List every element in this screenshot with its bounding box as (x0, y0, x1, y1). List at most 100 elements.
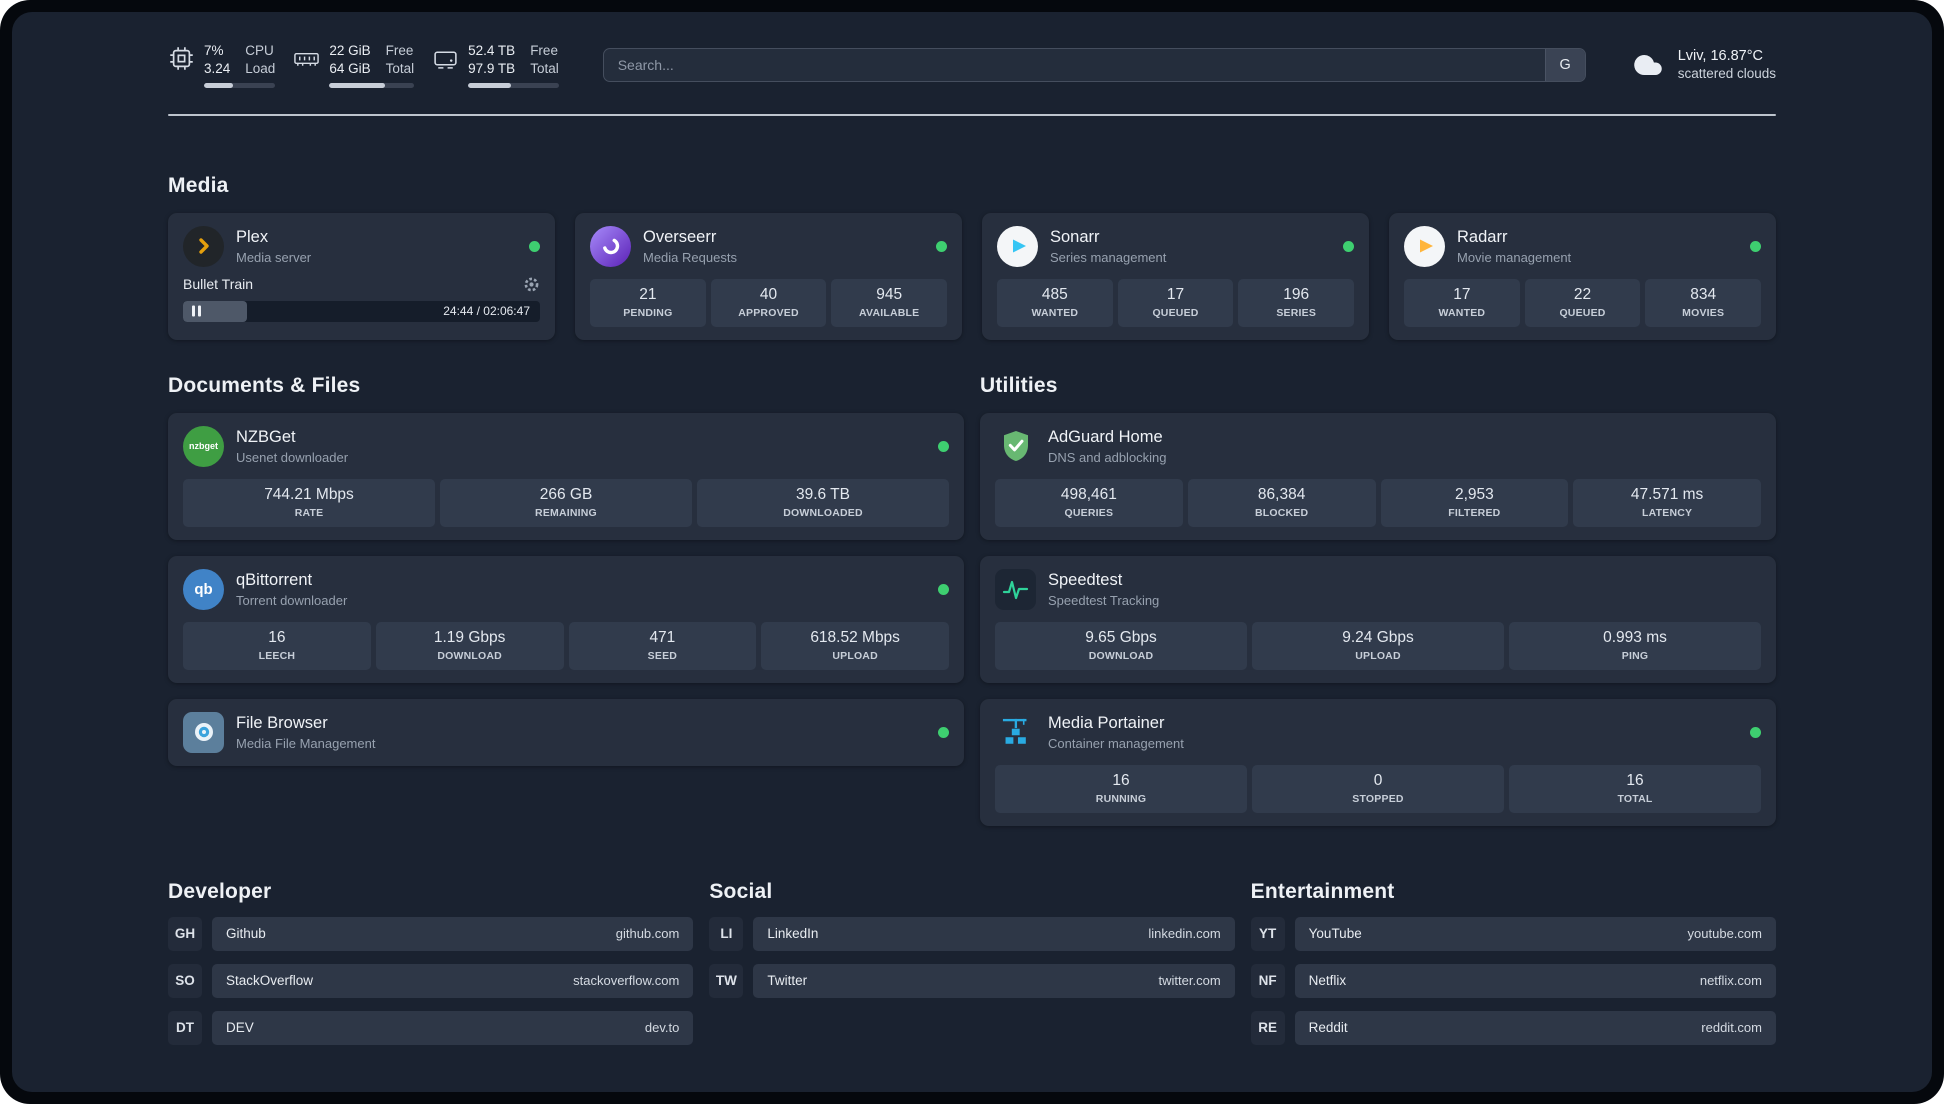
app-card-plex[interactable]: Plex Media server Bullet Train 24:44 / 0… (168, 212, 555, 340)
ram-widget: 22 GiB 64 GiB Free Total (293, 42, 415, 88)
bookmark-netflix[interactable]: NF Netflix netflix.com (1250, 963, 1776, 998)
stat-value: 498,461 (1060, 485, 1117, 503)
search-engine-button[interactable]: G (1544, 48, 1585, 81)
section-title-documents: Documents & Files (168, 373, 361, 397)
stat-label: LATENCY (1642, 506, 1693, 519)
stat-tile: 86,384 BLOCKED (1187, 478, 1376, 527)
stat-value: 744.21 Mbps (264, 485, 354, 503)
stat-label: BLOCKED (1254, 506, 1309, 519)
gear-icon[interactable] (523, 276, 540, 293)
search-input[interactable] (603, 48, 1545, 81)
stat-value: 485 (1041, 285, 1068, 303)
stat-value: 0 (1373, 771, 1383, 789)
disk-total-label: Total (530, 60, 559, 76)
stat-value: 1.19 Gbps (433, 628, 506, 646)
status-dot (938, 440, 949, 452)
stat-tile: 17 QUEUED (1117, 278, 1234, 327)
bookmark-github[interactable]: GH Github github.com (168, 916, 694, 951)
stat-label: DOWNLOAD (1088, 649, 1154, 662)
cpu-label: CPU (245, 43, 274, 58)
app-name: File Browser (236, 713, 328, 732)
stat-tile: 16 TOTAL (1509, 764, 1761, 813)
section-title-social: Social (709, 879, 773, 903)
app-name: AdGuard Home (1048, 427, 1163, 446)
section-title-utilities: Utilities (980, 373, 1058, 397)
app-card-overseerr[interactable]: Overseerr Media Requests 21 PENDING 40 A… (575, 212, 962, 340)
app-name: Overseerr (643, 227, 717, 246)
weather-condition: scattered clouds (1677, 66, 1776, 82)
disk-widget: 52.4 TB 97.9 TB Free Total (432, 42, 559, 88)
stat-tile: 834 MOVIES (1645, 278, 1762, 327)
utilities-column: Utilities AdGuard Home DNS and adblockin… (980, 374, 1776, 826)
cpu-icon (170, 47, 193, 70)
app-card-filebrowser[interactable]: File Browser Media File Management (168, 698, 964, 766)
adguard-icon (995, 426, 1036, 467)
status-dot (1750, 240, 1761, 252)
stat-label: QUEUED (1152, 306, 1199, 319)
sonarr-icon (997, 225, 1038, 267)
stat-label: REMAINING (535, 506, 597, 519)
player-progress-bar[interactable]: 24:44 / 02:06:47 (183, 300, 540, 322)
app-card-sonarr[interactable]: Sonarr Series management 485 WANTED 17 Q… (982, 212, 1369, 340)
pause-icon[interactable] (192, 305, 201, 317)
stat-value: 86,384 (1257, 485, 1306, 503)
section-title-media: Media (168, 173, 229, 197)
bookmark-abbr: YT (1250, 916, 1285, 951)
stat-label: WANTED (1031, 306, 1079, 319)
stat-label: SEED (647, 649, 678, 662)
app-desc: Movie management (1457, 249, 1572, 265)
stat-tile: 744.21 Mbps RATE (183, 478, 435, 527)
app-desc: Media server (236, 249, 312, 265)
app-desc: Series management (1050, 249, 1167, 265)
overseerr-icon (590, 225, 631, 267)
bookmark-reddit[interactable]: RE Reddit reddit.com (1250, 1010, 1776, 1045)
app-card-portainer[interactable]: Media Portainer Container management 16 … (980, 698, 1776, 826)
app-card-qbittorrent[interactable]: qb qBittorrent Torrent downloader 16 LEE… (168, 555, 964, 683)
stat-label: MOVIES (1682, 306, 1725, 319)
now-playing-widget: Bullet Train 24:44 / 02:06:47 (183, 276, 540, 322)
stat-tile: 0.993 ms PING (1509, 621, 1761, 670)
bookmark-abbr: DT (168, 1010, 202, 1045)
stat-value: 17 (1453, 285, 1471, 303)
stat-value: 21 (639, 285, 657, 303)
app-desc: Usenet downloader (236, 449, 349, 465)
app-card-radarr[interactable]: Radarr Movie management 17 WANTED 22 QUE… (1389, 212, 1776, 340)
cpu-load-label: Load (245, 60, 276, 76)
header-divider (168, 113, 1776, 116)
app-card-adguard[interactable]: AdGuard Home DNS and adblocking 498,461 … (980, 412, 1776, 540)
disk-free-value: 52.4 TB (468, 43, 516, 58)
portainer-icon (995, 712, 1036, 753)
stat-value: 16 (1626, 771, 1644, 789)
stat-tile: 498,461 QUERIES (995, 478, 1183, 527)
bookmark-url: youtube.com (1687, 926, 1762, 942)
bookmark-stackoverflow[interactable]: SO StackOverflow stackoverflow.com (168, 963, 694, 998)
stat-tile: 485 WANTED (997, 278, 1113, 327)
stat-value: 16 (268, 628, 286, 646)
bookmark-url: dev.to (644, 1020, 680, 1036)
cloud-icon (1633, 54, 1662, 75)
bookmark-url: stackoverflow.com (573, 973, 680, 989)
bookmark-name: Reddit (1308, 1020, 1348, 1036)
radarr-icon (1404, 225, 1445, 267)
app-name: Speedtest (1048, 570, 1123, 589)
stat-value: 16 (1112, 771, 1130, 789)
bookmark-group-entertainment: Entertainment YT YouTube youtube.com NF … (1250, 880, 1776, 1058)
app-card-nzbget[interactable]: nzbget NZBGet Usenet downloader 744.21 M… (168, 412, 964, 540)
app-name: Sonarr (1050, 227, 1100, 246)
bookmark-twitter[interactable]: TW Twitter twitter.com (709, 963, 1235, 998)
app-card-speedtest[interactable]: Speedtest Speedtest Tracking 9.65 Gbps D… (980, 555, 1776, 683)
bookmark-group-developer: Developer GH Github github.com SO StackO… (168, 880, 694, 1058)
cpu-widget: 7% 3.24 CPU Load (168, 42, 276, 88)
status-dot (938, 583, 949, 595)
bookmark-name: LinkedIn (767, 926, 819, 942)
stat-tile: 2,953 FILTERED (1380, 478, 1569, 527)
bookmark-youtube[interactable]: YT YouTube youtube.com (1250, 916, 1776, 951)
bookmark-url: netflix.com (1699, 973, 1762, 989)
stat-label: QUEUED (1559, 306, 1606, 319)
window-frame: 7% 3.24 CPU Load 22 GiB 64 GiB Free Tota… (0, 0, 1944, 1104)
bookmark-linkedin[interactable]: LI LinkedIn linkedin.com (709, 916, 1235, 951)
status-dot (938, 726, 949, 738)
dashboard: 7% 3.24 CPU Load 22 GiB 64 GiB Free Tota… (12, 12, 1932, 1092)
stat-label: RUNNING (1095, 792, 1147, 805)
bookmark-dev[interactable]: DT DEV dev.to (168, 1010, 694, 1045)
